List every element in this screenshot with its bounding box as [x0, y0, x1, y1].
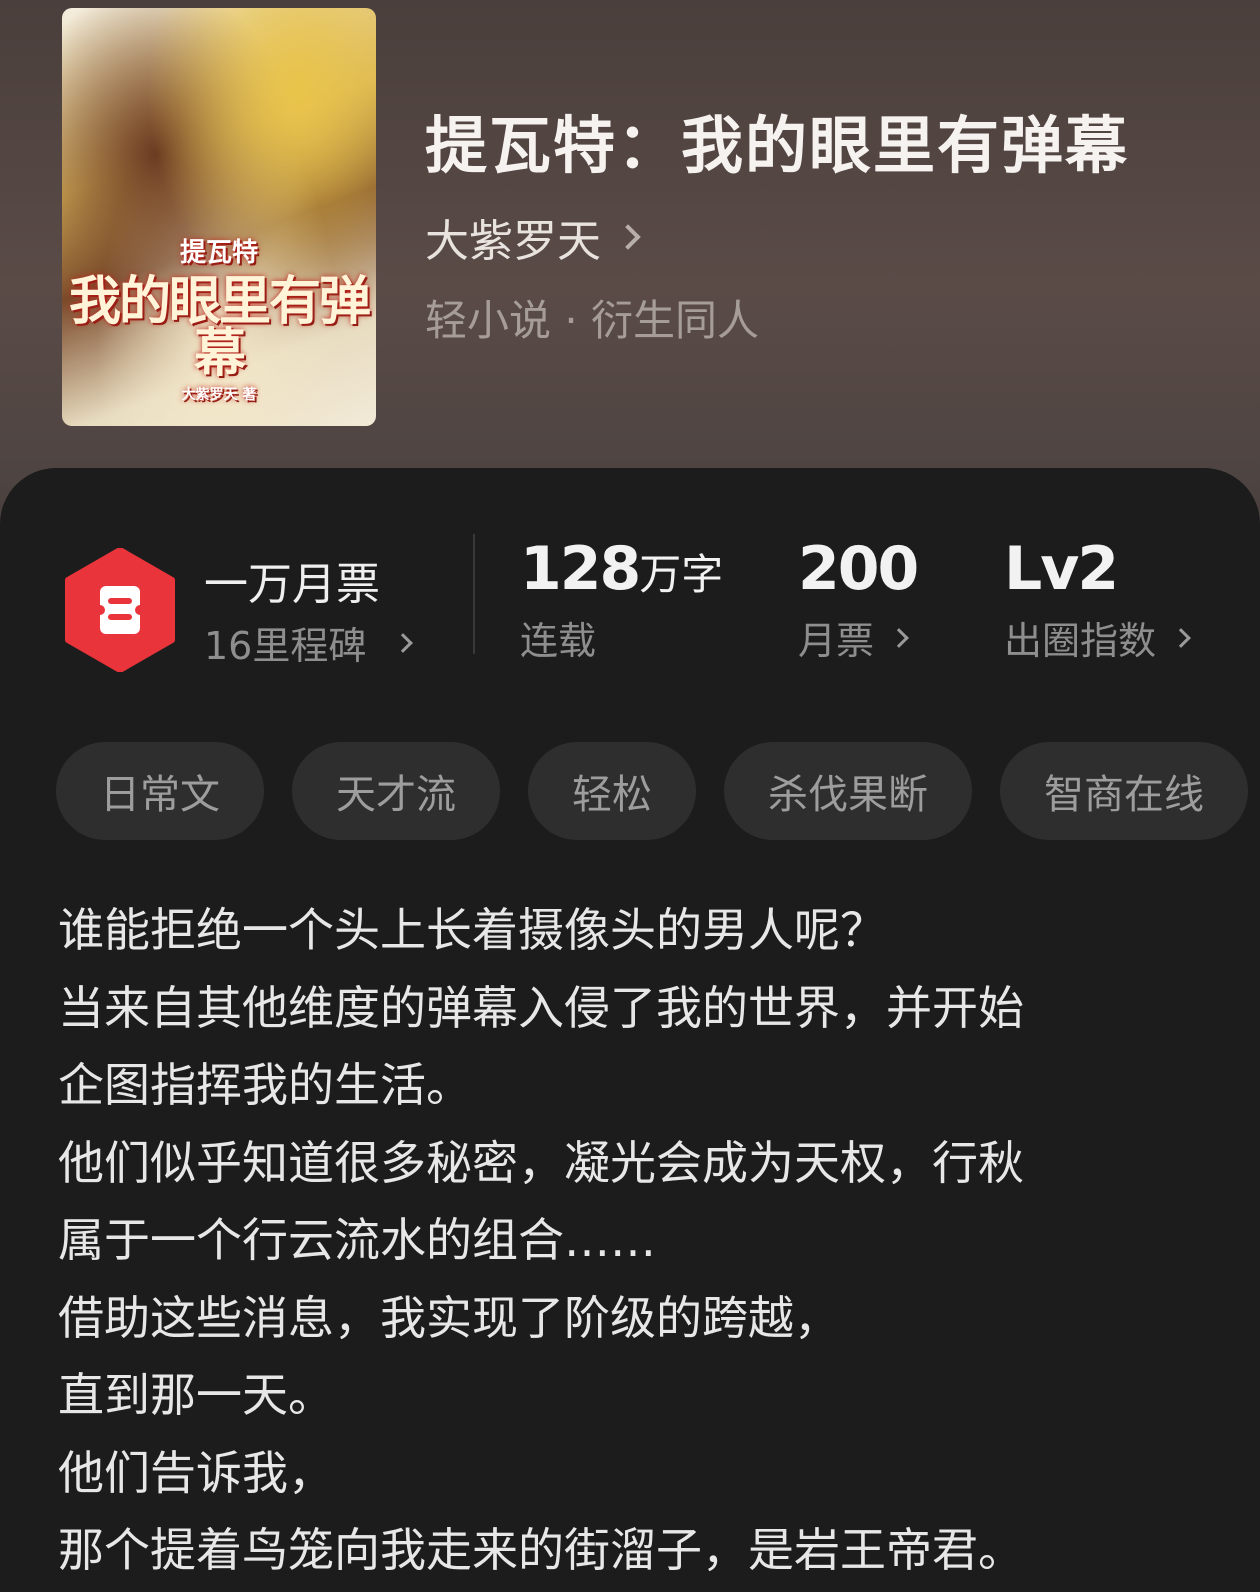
word-count-unit: 万字 [639, 550, 724, 599]
cover-series-text: 提瓦特 [179, 238, 258, 268]
word-count-number: 128 [520, 534, 641, 604]
synopsis-line: 企图指挥我的生活。 [58, 1058, 472, 1112]
synopsis[interactable]: 谁能拒绝一个头上长着摄像头的男人呢？ 当来自其他维度的弹幕入侵了我的世界，并开始… [58, 892, 1218, 1590]
synopsis-line: 借助这些消息，我实现了阶级的跨越， [58, 1290, 840, 1345]
book-cover-image[interactable]: 提瓦特 我的眼里有弹幕 大紫罗天 著 [62, 8, 376, 426]
genre-label: 轻小说 · 衍生同人 [425, 296, 760, 345]
word-count-stat: 128万字 连载 [520, 534, 723, 665]
milestone-count: 16里程碑 [204, 624, 367, 668]
synopsis-line: 谁能拒绝一个头上长着摄像头的男人呢？ [58, 903, 886, 957]
popularity-level: Lv2 [1004, 534, 1119, 604]
synopsis-line: 属于一个行云流水的组合…… [58, 1213, 656, 1267]
monthly-votes-label: 月票 [798, 619, 875, 663]
synopsis-line: 他们告诉我， [58, 1445, 334, 1500]
popularity-index-label: 出圈指数 [1004, 619, 1157, 663]
tag-chip[interactable]: 轻松 [528, 742, 696, 840]
milestone-title: 一万月票 [204, 559, 380, 610]
synopsis-line: 那个提着鸟笼向我走来的街溜子，是岩王帝君。 [58, 1523, 1024, 1577]
chevron-right-icon [615, 224, 641, 250]
monthly-votes-number: 200 [798, 534, 919, 604]
synopsis-line: 他们似乎知道很多秘密，凝光会成为天权，行秋 [58, 1135, 1024, 1190]
chevron-right-icon [1171, 627, 1191, 648]
tag-chip[interactable]: 智商在线 [1000, 742, 1248, 840]
author-name: 大紫罗天 [425, 216, 601, 267]
tag-chip[interactable]: 天才流 [292, 742, 500, 840]
milestone-link[interactable]: 16里程碑 [204, 615, 414, 670]
tag-list: 日常文 天才流 轻松 杀伐果断 智商在线 [56, 742, 1248, 840]
ticket-badge-icon[interactable] [64, 548, 176, 672]
author-link[interactable]: 大紫罗天 [425, 205, 641, 269]
popularity-index-stat[interactable]: Lv2 出圈指数 [1004, 534, 1191, 665]
cover-main-text: 我的眼里有弹幕 [68, 272, 371, 384]
book-title: 提瓦特：我的眼里有弹幕 [425, 109, 1130, 182]
tag-chip[interactable]: 日常文 [56, 742, 264, 840]
book-detail-page: 提瓦特 我的眼里有弹幕 大紫罗天 著 提瓦特：我的眼里有弹幕 大紫罗天 轻小说 … [0, 0, 1260, 1592]
chevron-right-icon [889, 627, 909, 648]
cover-author-text: 大紫罗天 著 [181, 387, 257, 403]
tag-chip[interactable]: 杀伐果断 [724, 742, 972, 840]
monthly-votes-stat[interactable]: 200 月票 [798, 534, 919, 665]
synopsis-line: 当来自其他维度的弹幕入侵了我的世界，并开始 [58, 980, 1024, 1035]
stats-divider [473, 534, 475, 654]
serial-status-label: 连载 [520, 619, 597, 663]
synopsis-line: 直到那一天。 [58, 1368, 334, 1422]
cover-title-art: 提瓦特 我的眼里有弹幕 大紫罗天 著 [62, 240, 376, 402]
chevron-right-icon [393, 632, 414, 653]
